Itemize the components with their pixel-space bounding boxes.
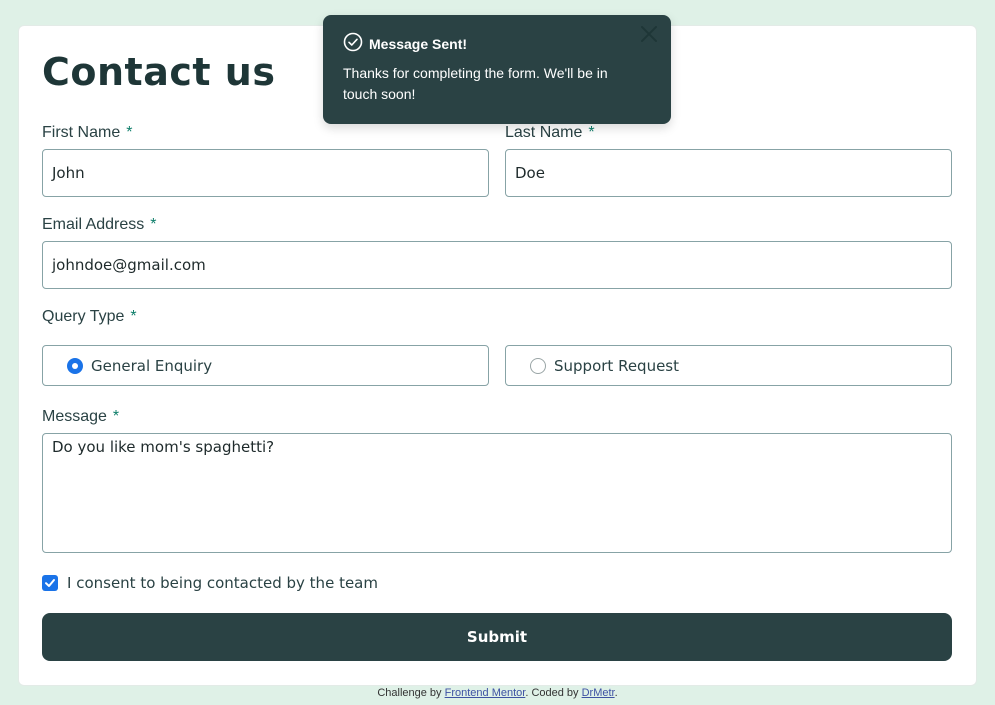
frontend-mentor-link[interactable]: Frontend Mentor (445, 687, 526, 699)
check-circle-icon (343, 32, 363, 52)
radio-button-unselected[interactable] (530, 357, 546, 374)
consent-row[interactable]: I consent to being contacted by the team (42, 574, 378, 592)
last-name-label-text: Last Name (505, 124, 583, 141)
first-name-label-text: First Name (42, 124, 121, 141)
required-mark: * (130, 308, 137, 325)
footer-prefix: Challenge by (377, 687, 442, 699)
last-name-input[interactable]: Doe (505, 149, 952, 197)
message-label-text: Message (42, 408, 107, 425)
radio-support-request-label: Support Request (554, 356, 679, 375)
message-value: Do you like mom's spaghetti? (52, 438, 275, 456)
email-label: Email Address * (42, 216, 157, 234)
required-mark: * (588, 124, 595, 141)
last-name-label: Last Name * (505, 124, 595, 142)
query-type-label: Query Type * (42, 308, 137, 326)
radio-general-enquiry[interactable]: General Enquiry (42, 345, 489, 386)
footer-suffix: . (614, 687, 618, 699)
first-name-value: John (52, 164, 85, 182)
consent-checkbox[interactable] (42, 575, 58, 591)
required-mark: * (112, 408, 120, 425)
close-icon[interactable] (640, 25, 658, 43)
message-label: Message * (42, 408, 119, 426)
page-title: Contact us (42, 50, 276, 94)
toast-message: Thanks for completing the form. We'll be… (343, 65, 608, 102)
attribution-footer: Challenge by Frontend Mentor. Coded by D… (0, 687, 995, 699)
radio-button-selected[interactable] (67, 357, 83, 374)
radio-support-request[interactable]: Support Request (505, 345, 952, 386)
checkmark-icon (45, 579, 55, 587)
required-mark: * (126, 124, 133, 141)
required-mark: * (150, 216, 157, 233)
author-link[interactable]: DrMetr (582, 687, 615, 699)
email-value: johndoe@gmail.com (52, 256, 206, 274)
toast-title: Message Sent! (369, 36, 468, 52)
radio-general-enquiry-label: General Enquiry (91, 356, 213, 375)
first-name-label: First Name * (42, 124, 132, 142)
success-toast: Message Sent! Thanks for completing the … (323, 15, 671, 124)
email-input[interactable]: johndoe@gmail.com (42, 241, 952, 289)
last-name-value: Doe (515, 164, 545, 182)
first-name-input[interactable]: John (42, 149, 489, 197)
footer-middle: . Coded by (525, 687, 579, 699)
submit-button[interactable]: Submit (42, 613, 952, 661)
consent-label: I consent to being contacted by the team (67, 574, 378, 592)
query-type-label-text: Query Type (42, 308, 125, 325)
toast-header: Message Sent! (343, 32, 467, 52)
message-textarea[interactable]: Do you like mom's spaghetti? (42, 433, 952, 553)
email-label-text: Email Address (42, 216, 145, 233)
